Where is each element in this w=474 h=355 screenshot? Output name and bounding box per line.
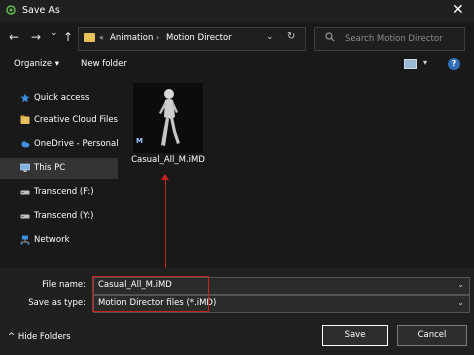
file-item[interactable] xyxy=(133,83,203,153)
cancel-button[interactable]: Cancel xyxy=(397,325,467,346)
hide-folders-button[interactable]: ^ Hide Folders xyxy=(8,332,71,342)
star-icon xyxy=(20,93,30,103)
computer-icon xyxy=(20,163,30,172)
drive-icon xyxy=(20,214,30,219)
3d-character-thumbnail-icon xyxy=(159,89,180,146)
up-arrow-icon[interactable]: ↑ xyxy=(63,30,73,44)
sidebar-item-label: Transcend (Y:) xyxy=(34,211,94,221)
new-folder-button[interactable]: New folder xyxy=(81,59,127,69)
sidebar-item-label: Transcend (F:) xyxy=(34,187,94,197)
search-icon xyxy=(325,32,335,42)
breadcrumb-animation[interactable]: Animation xyxy=(110,33,153,43)
breadcrumb-motion-director[interactable]: Motion Director xyxy=(166,33,232,43)
address-bar[interactable]: « Animation › Motion Director ⌄ ↻ xyxy=(78,27,306,51)
sidebar-item-label: Network xyxy=(34,235,70,245)
creative-cloud-icon xyxy=(20,115,30,124)
organize-button[interactable]: Organize ▾ xyxy=(14,59,59,69)
sidebar-item-label: Quick access xyxy=(34,93,90,103)
save-type-field-label: Save as type: xyxy=(28,298,86,308)
sidebar-item-network[interactable]: Network xyxy=(0,230,118,251)
app-icon xyxy=(6,5,16,15)
annotation-highlight-box xyxy=(92,276,209,312)
sidebar-item-onedrive[interactable]: OneDrive - Personal xyxy=(0,134,119,155)
sidebar-item-quick-access[interactable]: Quick access xyxy=(0,88,118,109)
breadcrumb-separator: › xyxy=(156,33,160,42)
network-icon xyxy=(20,235,30,245)
forward-arrow-icon[interactable]: → xyxy=(31,30,41,44)
title-bar: Save As ✕ xyxy=(0,0,474,22)
sidebar-item-creative-cloud[interactable]: Creative Cloud Files xyxy=(0,110,118,131)
view-options-icon[interactable] xyxy=(404,59,417,69)
sidebar-item-label: Creative Cloud Files xyxy=(34,115,118,125)
refresh-icon[interactable]: ↻ xyxy=(287,31,295,42)
annotation-line xyxy=(165,179,166,275)
file-name-label[interactable]: Casual_All_M.iMD xyxy=(128,155,208,166)
close-icon[interactable]: ✕ xyxy=(452,2,464,18)
window-title: Save As xyxy=(22,5,60,16)
breadcrumb-overflow[interactable]: « xyxy=(99,33,104,42)
imd-badge-icon: M xyxy=(136,137,143,145)
chevron-down-icon[interactable]: ⌄ xyxy=(266,32,274,42)
sidebar-item-label: This PC xyxy=(34,163,66,173)
search-box[interactable]: Search Motion Director xyxy=(314,27,465,51)
sidebar-item-label: OneDrive - Personal xyxy=(34,139,119,149)
file-name-field-label: File name: xyxy=(42,280,86,290)
back-arrow-icon[interactable]: ← xyxy=(9,30,19,44)
drive-icon xyxy=(20,190,30,195)
cloud-icon xyxy=(21,141,30,148)
search-placeholder: Search Motion Director xyxy=(345,34,443,44)
folder-icon xyxy=(84,33,95,42)
sidebar-item-transcend-f[interactable]: Transcend (F:) xyxy=(0,182,118,203)
sidebar-item-this-pc[interactable]: This PC xyxy=(0,158,118,179)
sidebar-item-transcend-y[interactable]: Transcend (Y:) xyxy=(0,206,118,227)
view-dropdown-icon[interactable]: ▾ xyxy=(423,58,427,67)
chevron-down-icon[interactable]: ⌄ xyxy=(457,298,464,307)
help-icon[interactable]: ? xyxy=(448,58,460,70)
chevron-down-icon[interactable]: ⌄ xyxy=(457,280,464,289)
recent-locations-icon[interactable]: ⌄ xyxy=(50,28,58,38)
save-button[interactable]: Save xyxy=(322,325,388,346)
